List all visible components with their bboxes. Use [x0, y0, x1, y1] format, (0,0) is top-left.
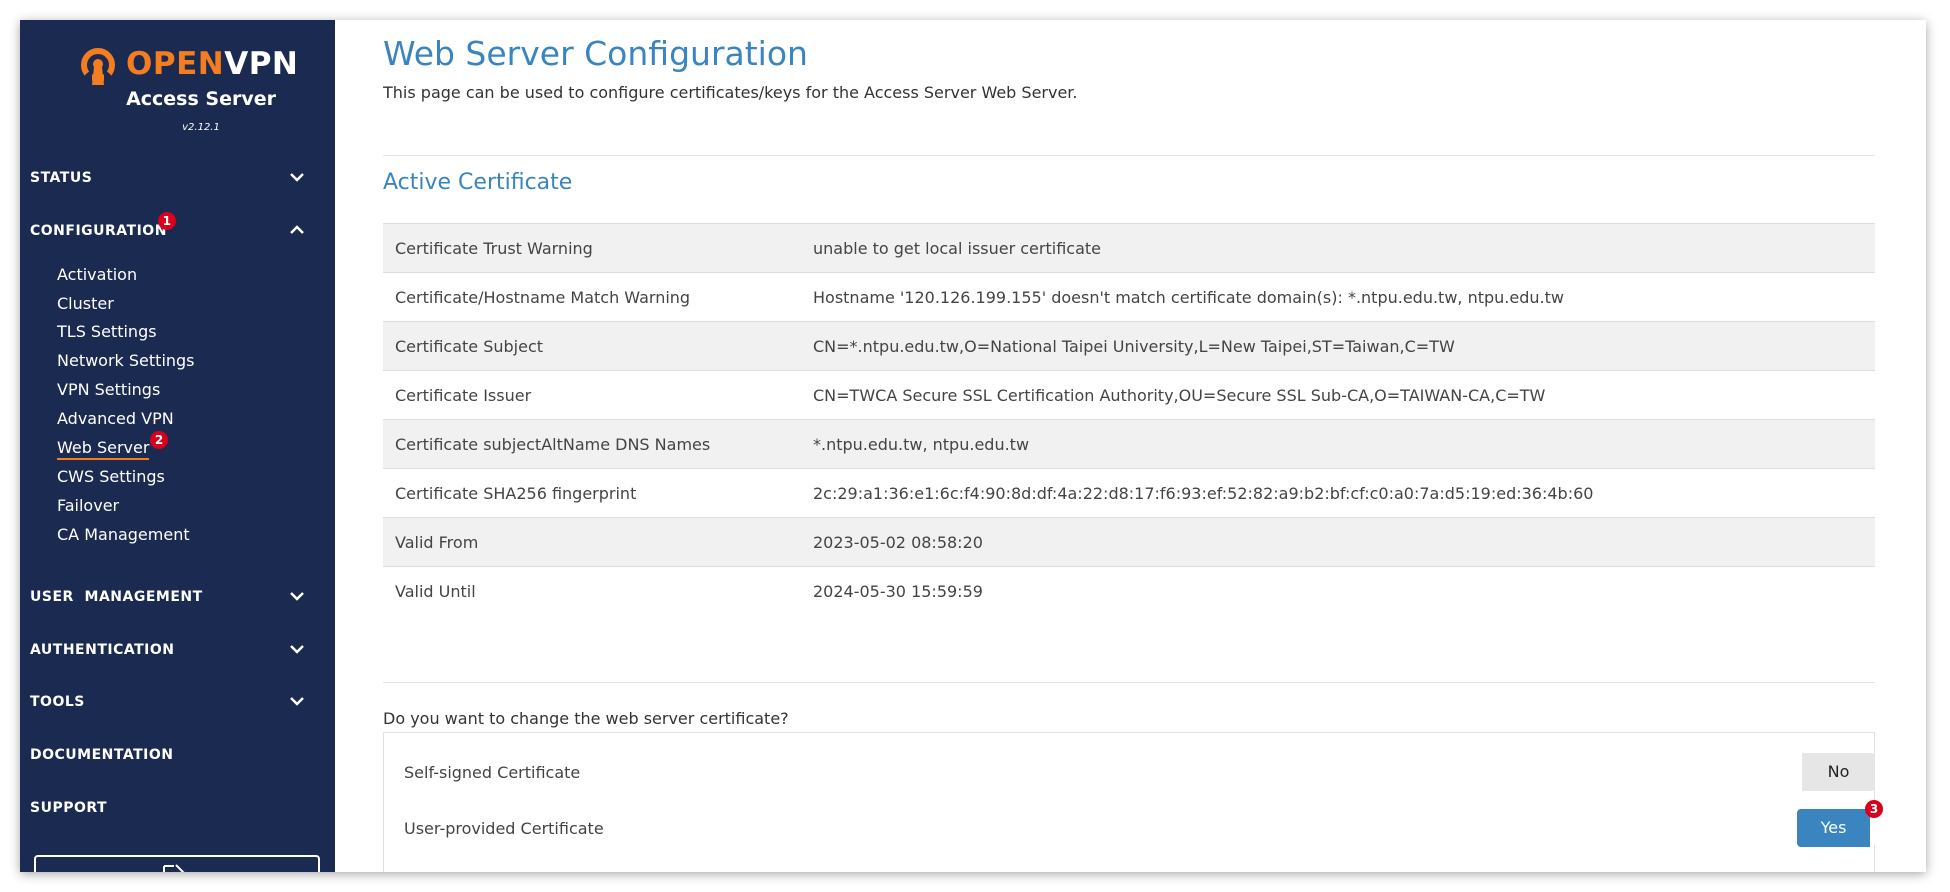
logo-open-text: OPEN: [126, 46, 225, 82]
sign-out-button[interactable]: [34, 855, 320, 872]
chevron-down-icon: [290, 173, 304, 182]
nav-documentation[interactable]: DOCUMENTATION: [30, 743, 320, 767]
sidebar: OPENVPN Access Server v2.12.1 STATUS CON…: [20, 20, 335, 872]
nav-section-status-label: STATUS: [30, 170, 93, 186]
cert-field-value: 2024-05-30 15:59:59: [801, 566, 1875, 615]
sidebar-item-cluster[interactable]: Cluster: [57, 294, 114, 313]
table-row: Certificate/Hostname Match Warning Hostn…: [383, 272, 1875, 322]
active-certificate-heading: Active Certificate: [383, 170, 573, 195]
table-row: Certificate Issuer CN=TWCA Secure SSL Ce…: [383, 370, 1875, 420]
notification-badge: 2: [150, 431, 168, 449]
change-certificate-question: Do you want to change the web server cer…: [383, 709, 789, 728]
logo-vpn-text: VPN: [224, 46, 299, 82]
cert-field-label: Valid From: [383, 517, 801, 567]
nav-section-configuration-label: CONFIGURATION: [30, 223, 167, 239]
nav-support[interactable]: SUPPORT: [30, 796, 320, 820]
sidebar-item-network-settings[interactable]: Network Settings: [57, 351, 195, 370]
table-row: Valid From 2023-05-02 08:58:20: [383, 517, 1875, 567]
notification-badge: 1: [158, 212, 176, 230]
nav-section-authentication[interactable]: AUTHENTICATION: [30, 638, 320, 662]
table-row: Valid Until 2024-05-30 15:59:59: [383, 566, 1875, 615]
notification-badge: 3: [1865, 800, 1883, 818]
main-content: Web Server Configuration This page can b…: [335, 20, 1926, 872]
cert-field-value: unable to get local issuer certificate: [801, 223, 1875, 273]
table-row: Certificate SHA256 fingerprint 2c:29:a1:…: [383, 468, 1875, 518]
sidebar-item-tls-settings[interactable]: TLS Settings: [57, 322, 157, 341]
cert-field-label: Certificate SHA256 fingerprint: [383, 468, 801, 518]
chevron-down-icon: [290, 592, 304, 601]
nav-section-user-management[interactable]: USER MANAGEMENT: [30, 585, 320, 609]
nav-section-configuration[interactable]: CONFIGURATION 1: [30, 212, 320, 243]
sidebar-item-cws-settings[interactable]: CWS Settings: [57, 467, 165, 486]
logo-version: v2.12.1: [182, 122, 220, 133]
self-signed-toggle[interactable]: No: [1797, 753, 1875, 791]
cert-field-value: *.ntpu.edu.tw, ntpu.edu.tw: [801, 419, 1875, 469]
cert-field-value: CN=TWCA Secure SSL Certification Authori…: [801, 370, 1875, 420]
cert-field-label: Certificate/Hostname Match Warning: [383, 272, 801, 322]
cert-field-label: Valid Until: [383, 566, 801, 615]
user-provided-label: User-provided Certificate: [404, 819, 604, 838]
table-row: Certificate subjectAltName DNS Names *.n…: [383, 419, 1875, 469]
sidebar-item-failover[interactable]: Failover: [57, 496, 119, 515]
cert-field-value: 2023-05-02 08:58:20: [801, 517, 1875, 567]
divider: [383, 155, 1875, 156]
cert-field-value: 2c:29:a1:36:e1:6c:f4:90:8d:df:4a:22:d8:1…: [801, 468, 1875, 518]
chevron-down-icon: [290, 697, 304, 706]
cert-field-value: CN=*.ntpu.edu.tw,O=National Taipei Unive…: [801, 321, 1875, 371]
app-window: OPENVPN Access Server v2.12.1 STATUS CON…: [20, 20, 1926, 872]
nav-documentation-label: DOCUMENTATION: [30, 747, 174, 763]
chevron-down-icon: [290, 645, 304, 654]
table-row: Certificate Subject CN=*.ntpu.edu.tw,O=N…: [383, 321, 1875, 371]
page-description: This page can be used to configure certi…: [383, 83, 1078, 102]
certificate-options-panel: Self-signed Certificate No User-provided…: [383, 732, 1883, 872]
certificate-table: Certificate Trust Warning unable to get …: [383, 223, 1875, 615]
sidebar-item-activation[interactable]: Activation: [57, 265, 137, 284]
cert-field-label: Certificate Issuer: [383, 370, 801, 420]
table-row: Certificate Trust Warning unable to get …: [383, 223, 1875, 273]
cert-field-label: Certificate subjectAltName DNS Names: [383, 419, 801, 469]
sign-out-icon: [163, 864, 185, 872]
openvpn-logo-icon: [81, 48, 115, 85]
nav-section-tools-label: TOOLS: [30, 694, 85, 710]
nav-section-tools[interactable]: TOOLS: [30, 690, 320, 714]
divider: [383, 682, 1875, 683]
page-title: Web Server Configuration: [383, 34, 808, 73]
nav-section-authentication-label: AUTHENTICATION: [30, 642, 175, 658]
cert-field-label: Certificate Subject: [383, 321, 801, 371]
nav-section-status[interactable]: STATUS: [30, 166, 320, 190]
sidebar-item-ca-management[interactable]: CA Management: [57, 525, 190, 544]
chevron-up-icon: [290, 225, 304, 234]
sidebar-item-web-server[interactable]: Web Server: [57, 438, 150, 460]
sidebar-item-vpn-settings[interactable]: VPN Settings: [57, 380, 160, 399]
user-provided-toggle[interactable]: Yes: [1797, 809, 1875, 847]
cert-field-value: Hostname '120.126.199.155' doesn't match…: [801, 272, 1875, 322]
sidebar-item-advanced-vpn[interactable]: Advanced VPN: [57, 409, 174, 428]
self-signed-label: Self-signed Certificate: [404, 763, 581, 782]
logo-product: Access Server: [126, 88, 276, 110]
openvpn-logo[interactable]: OPENVPN Access Server v2.12.1: [78, 42, 298, 142]
nav-support-label: SUPPORT: [30, 800, 108, 816]
logo-wordmark: OPENVPN: [126, 46, 298, 82]
cert-field-label: Certificate Trust Warning: [383, 223, 801, 273]
nav-section-user-management-label: USER MANAGEMENT: [30, 589, 203, 605]
